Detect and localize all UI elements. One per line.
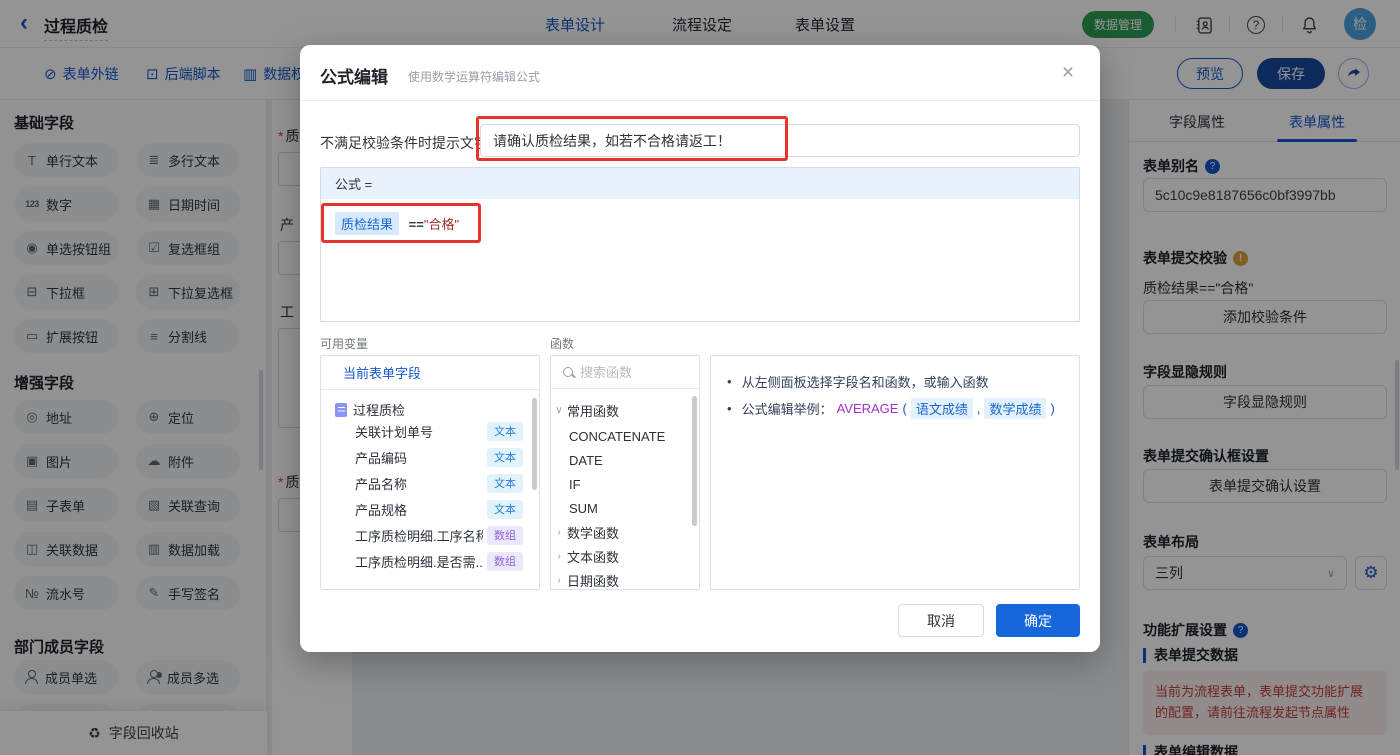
variables-section-label: 可用变量: [320, 337, 369, 351]
formula-edit-modal: 公式编辑 使用数学运算符编辑公式 × 不满足校验条件时提示文字: 公式 = 质检…: [300, 45, 1100, 652]
function-item-if[interactable]: IF: [551, 472, 691, 496]
chevron-right-icon: ›: [557, 574, 561, 586]
type-badge: 文本: [487, 499, 523, 519]
formula-string: "合格": [423, 217, 460, 232]
search-icon: [563, 367, 573, 377]
functions-scrollbar[interactable]: [692, 396, 697, 526]
function-search-input[interactable]: [580, 364, 680, 380]
variable-item[interactable]: 产品名称 文本: [355, 470, 535, 496]
variable-item[interactable]: 工序质检明细.是否需... 数组: [355, 548, 535, 574]
variable-item[interactable]: 关联计划单号 文本: [355, 418, 535, 444]
chevron-down-icon: ∨: [555, 404, 563, 416]
function-group-text[interactable]: › 文本函数: [551, 544, 691, 568]
variable-item[interactable]: 产品规格 文本: [355, 496, 535, 522]
modal-subtitle: 使用数学运算符编辑公式: [408, 70, 541, 84]
example-chip: 数学成绩: [984, 398, 1047, 419]
modal-header: 公式编辑 使用数学运算符编辑公式 ×: [300, 45, 1100, 101]
formula-operator: ==: [408, 217, 424, 232]
example-chip: 语文成绩: [910, 398, 973, 419]
chevron-right-icon: ›: [557, 550, 561, 562]
variable-item[interactable]: 产品编码 文本: [355, 444, 535, 470]
formula-body[interactable]: 质检结果 =="合格": [321, 199, 1079, 248]
prompt-text-input[interactable]: [480, 124, 1080, 157]
field-chip[interactable]: 质检结果: [335, 212, 400, 235]
formula-prefix: 公式 =: [321, 168, 1079, 199]
variable-item[interactable]: 工序质检明细.工序名称 数组: [355, 522, 535, 548]
function-item-sum[interactable]: SUM: [551, 496, 691, 520]
function-group-common[interactable]: ∨ 常用函数: [551, 398, 691, 422]
formula-editor: 公式 = 质检结果 =="合格": [320, 167, 1080, 322]
help-line-1: 从左侧面板选择字段名和函数，或输入函数: [727, 372, 989, 391]
cancel-button[interactable]: 取消: [898, 604, 984, 637]
type-badge: 文本: [487, 421, 523, 441]
current-form-fields-tab[interactable]: 当前表单字段: [321, 356, 539, 390]
chevron-right-icon: ›: [557, 526, 561, 538]
modal-title: 公式编辑: [320, 68, 388, 87]
function-search: [551, 356, 699, 389]
average-function: AVERAGE: [836, 401, 899, 416]
function-item-concatenate[interactable]: CONCATENATE: [551, 424, 691, 448]
confirm-button[interactable]: 确定: [996, 604, 1080, 637]
type-badge: 文本: [487, 447, 523, 467]
variables-panel: 当前表单字段 过程质检 关联计划单号 文本 产品编码 文本 产品名称 文本 产品规格文…: [320, 355, 540, 590]
function-group-math[interactable]: › 数学函数: [551, 520, 691, 544]
type-badge: 数组: [487, 551, 523, 571]
help-panel: 从左侧面板选择字段名和函数，或输入函数 公式编辑举例：AVERAGE( 语文成绩…: [710, 355, 1080, 590]
function-item-date[interactable]: DATE: [551, 448, 691, 472]
type-badge: 数组: [487, 525, 523, 545]
functions-panel: ∨常用函数 CONCATENATE DATE IF SUM ›数学函数 ›文本函…: [550, 355, 700, 590]
close-icon[interactable]: ×: [1056, 61, 1080, 85]
function-group-date[interactable]: › 日期函数: [551, 568, 691, 589]
type-badge: 文本: [487, 473, 523, 493]
prompt-text-label: 不满足校验条件时提示文字:: [320, 135, 492, 151]
functions-section-label: 函数: [550, 337, 575, 351]
help-line-2: 公式编辑举例：AVERAGE( 语文成绩 , 数学成绩 ): [727, 398, 1055, 419]
app-window: ‹ 过程质检 表单设计 流程设定 表单设置 数据管理 ? 检 ⊘ 表单外链 ⊡ …: [0, 0, 1400, 755]
form-tree-root[interactable]: 过程质检: [335, 400, 405, 419]
variables-scrollbar[interactable]: [532, 398, 537, 490]
document-icon: [335, 402, 347, 417]
